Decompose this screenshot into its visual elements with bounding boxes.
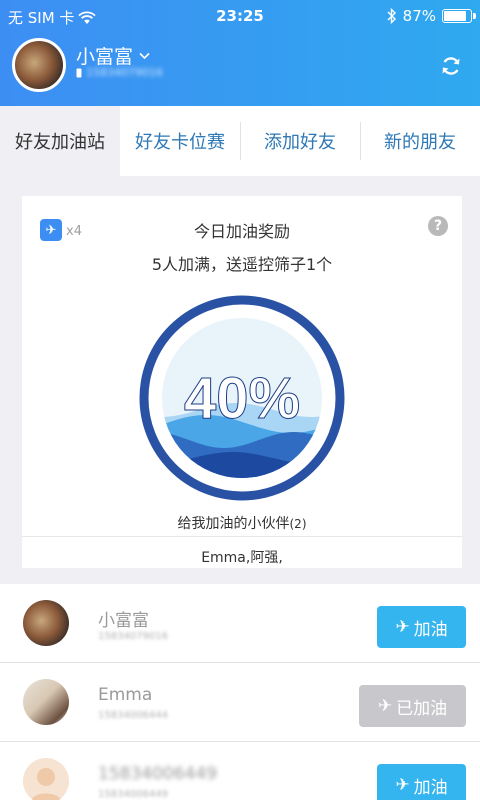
plane-icon: ✈ — [377, 696, 393, 716]
tab-friend-ranking[interactable]: 好友卡位赛 — [120, 106, 240, 176]
app-header: 无 SIM 卡 23:25 87% 小富富 15834079016 — [0, 0, 480, 106]
avatar[interactable] — [23, 679, 69, 725]
tab-bar: 好友加油站 好友卡位赛 添加好友 新的朋友 — [0, 106, 480, 176]
reward-title: 今日加油奖励 — [193, 222, 290, 241]
profile-avatar[interactable] — [12, 38, 66, 92]
tab-friend-station[interactable]: 好友加油站 — [0, 106, 120, 176]
divider — [22, 536, 462, 537]
status-bar: 无 SIM 卡 23:25 87% — [0, 0, 480, 34]
plane-icon: ✈ — [395, 775, 410, 795]
profile-phone-row: 15834079016 — [76, 66, 163, 79]
tab-label: 好友加油站 — [15, 132, 105, 153]
friend-phone: 15834006444 — [98, 710, 168, 721]
refuel-button[interactable]: ✈ 加油 — [377, 764, 466, 800]
reward-subtitle: 5人加满，送遥控筛子1个 — [151, 255, 333, 274]
button-label: 加油 — [413, 619, 448, 640]
profile-phone: 15834079016 — [86, 66, 163, 79]
refuel-button[interactable]: ✈ 加油 — [377, 606, 466, 648]
bluetooth-icon — [387, 8, 396, 24]
reward-card: ✈ x4 ? 今日加油奖励 5人加满，送遥控筛子1个 40% 给我加油的小伙伴(… — [22, 196, 462, 568]
tab-label: 新的朋友 — [384, 132, 456, 153]
friends-label: 给我加油的小伙伴 — [177, 516, 290, 532]
battery-icon — [442, 9, 476, 23]
tab-add-friend[interactable]: 添加好友 — [240, 106, 360, 176]
friend-name: 小富富 — [98, 611, 149, 631]
list-item: 小富富 15834079016 ✈ 加油 — [0, 584, 480, 662]
refueled-button[interactable]: ✈ 已加油 — [359, 685, 466, 727]
progress-gauge: 40% — [139, 295, 345, 501]
tab-label: 添加好友 — [264, 132, 336, 153]
friends-label-row: 给我加油的小伙伴(2) — [22, 513, 462, 533]
friend-list: 小富富 15834079016 ✈ 加油 Emma 15834006444 ✈ … — [0, 584, 480, 800]
profile-name-selector[interactable]: 小富富 — [76, 42, 150, 69]
refresh-icon[interactable] — [440, 55, 462, 77]
battery-percent: 87% — [402, 7, 436, 25]
avatar[interactable] — [23, 600, 69, 646]
list-item: 15834006449 15834006449 ✈ 加油 — [0, 741, 480, 800]
friends-names: Emma,阿强, — [201, 550, 283, 566]
plane-icon: ✈ — [395, 617, 410, 637]
friends-count: (2) — [289, 517, 307, 531]
friend-phone: 15834079016 — [98, 631, 168, 642]
friend-phone: 15834006449 — [98, 789, 168, 800]
chevron-down-icon — [139, 52, 150, 59]
tab-label: 好友卡位赛 — [135, 132, 225, 153]
friend-name: 15834006449 — [98, 764, 217, 784]
progress-percent: 40% — [184, 366, 300, 431]
default-avatar-icon[interactable] — [23, 758, 69, 800]
list-item: Emma 15834006444 ✈ 已加油 — [0, 662, 480, 740]
tab-new-friends[interactable]: 新的朋友 — [360, 106, 480, 176]
active-tab-pointer — [48, 176, 72, 188]
phone-icon — [76, 68, 82, 77]
button-label: 加油 — [413, 777, 448, 798]
friend-name: Emma — [98, 685, 153, 705]
profile-name: 小富富 — [76, 46, 134, 68]
button-label: 已加油 — [396, 698, 448, 719]
